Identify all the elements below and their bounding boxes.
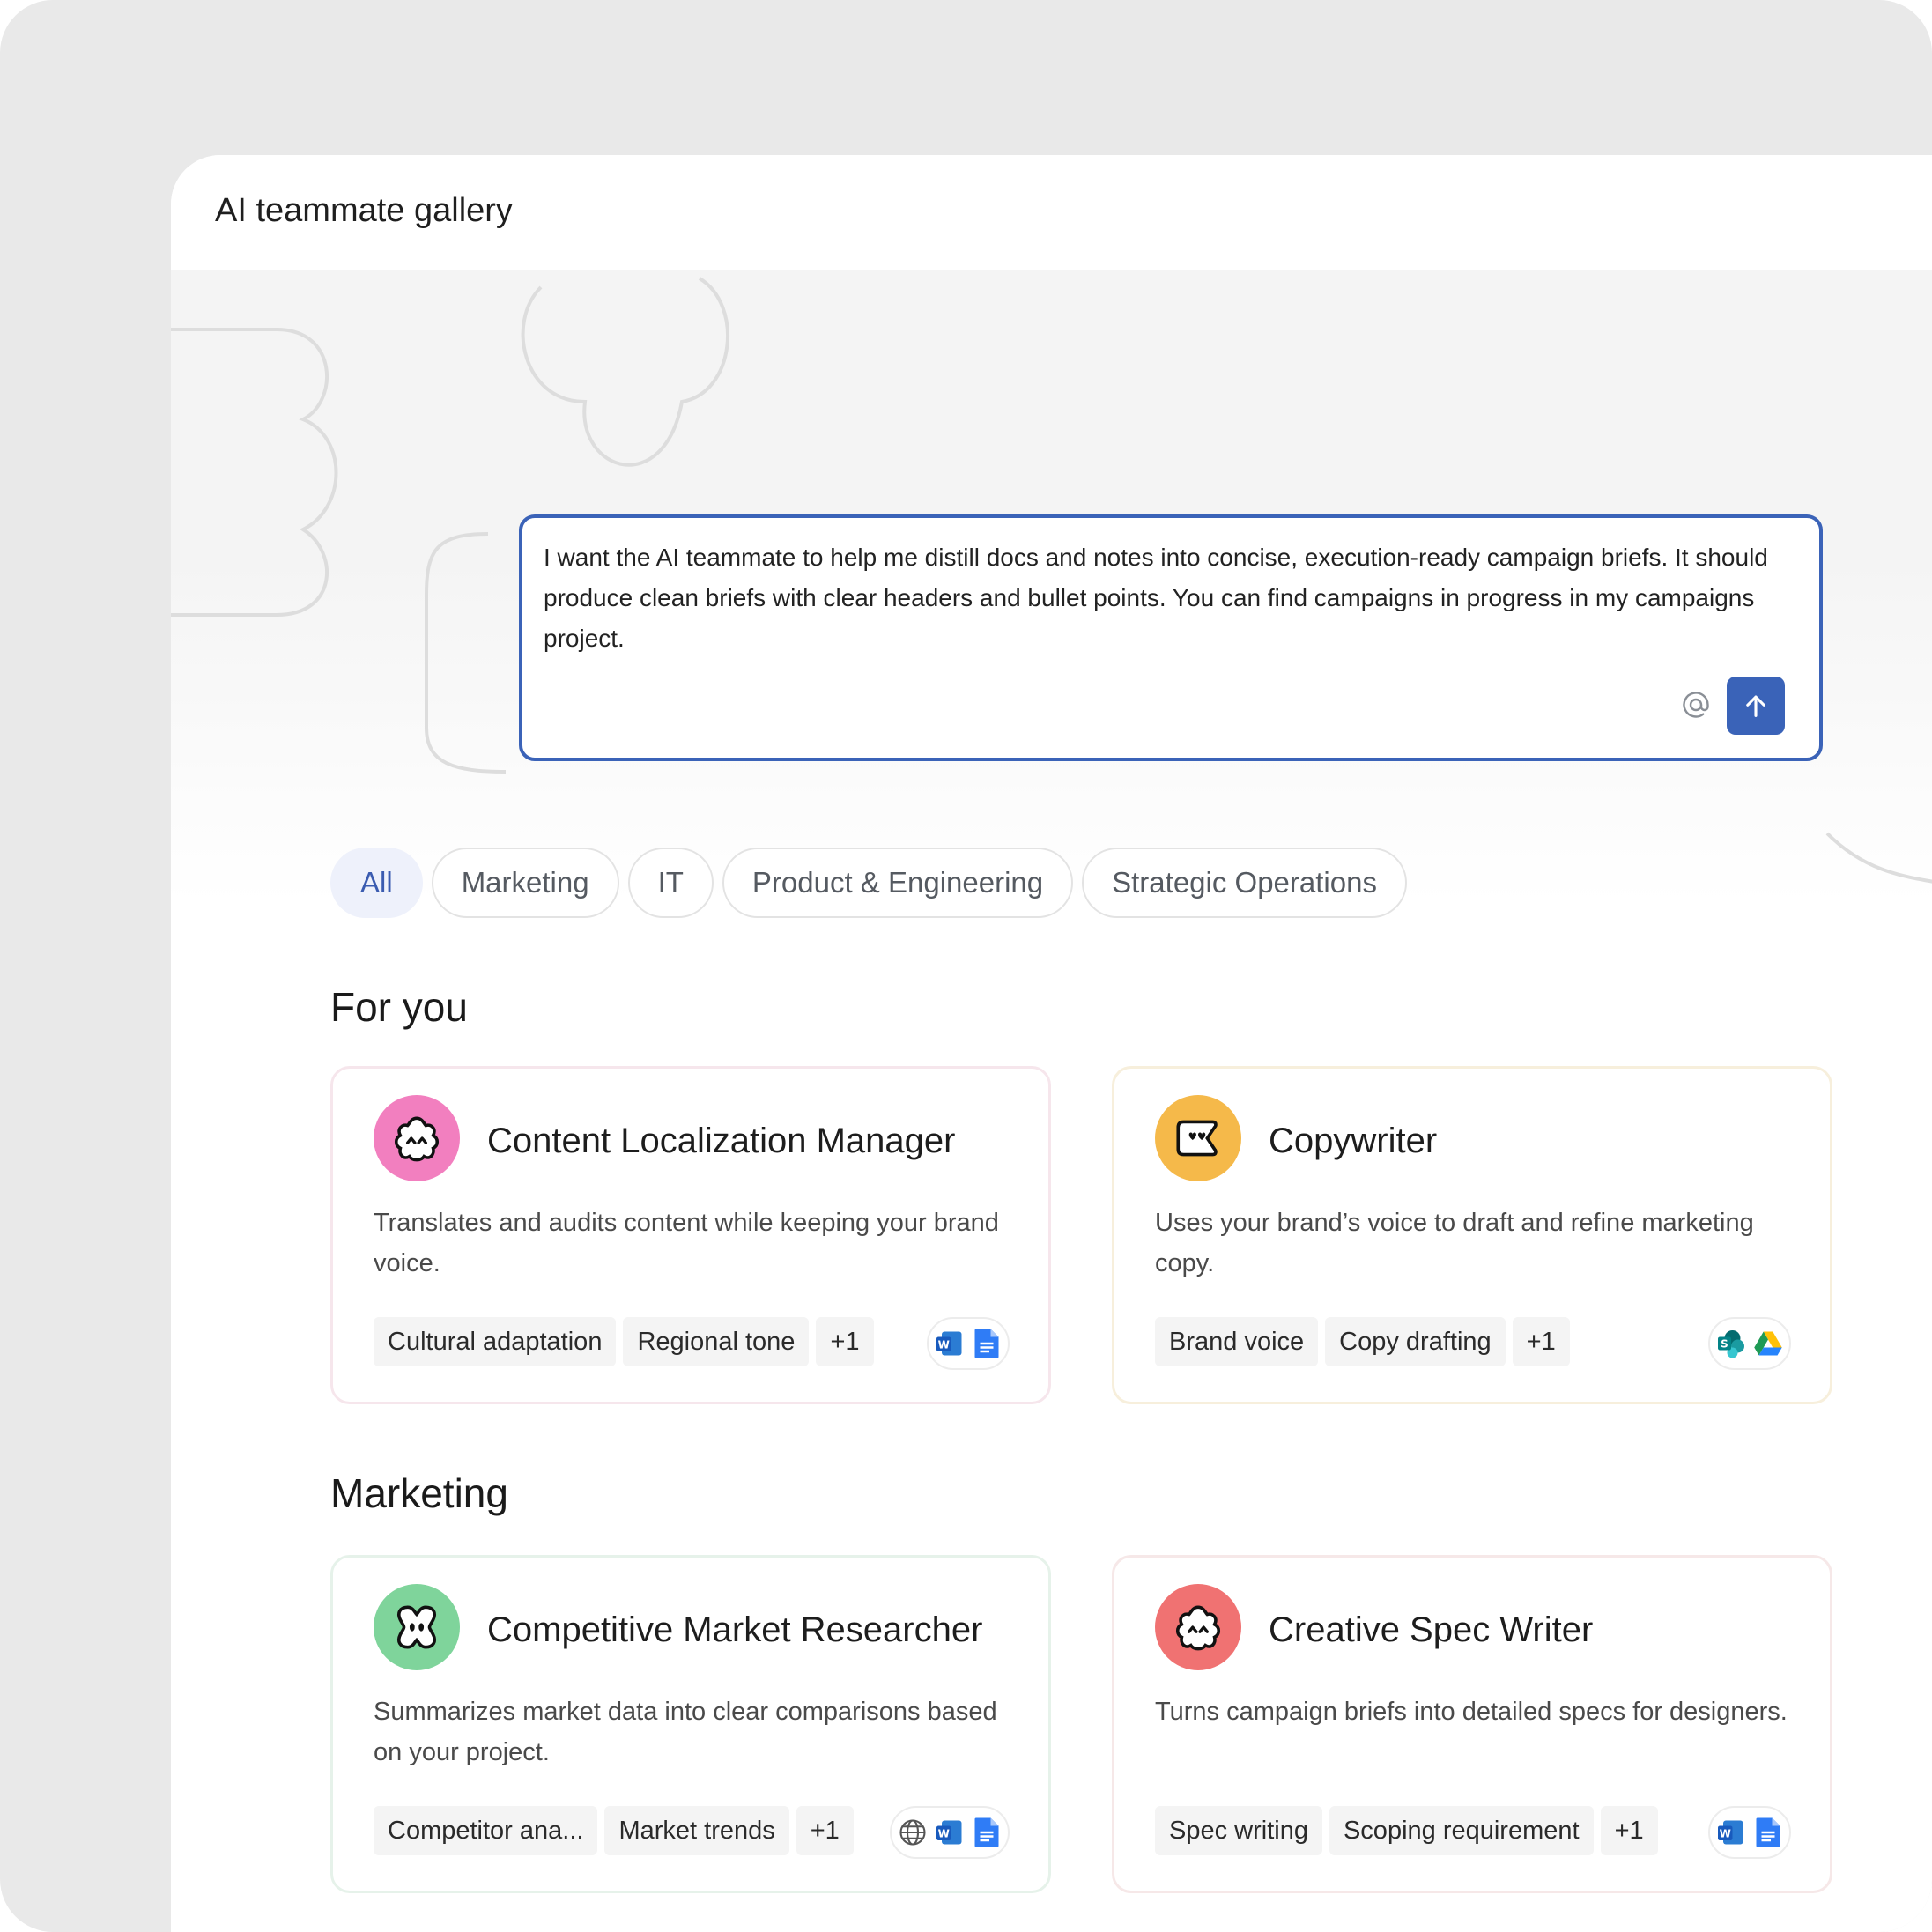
skill-tag: Regional tone [623,1317,810,1366]
filter-marketing[interactable]: Marketing [431,848,619,918]
arrow-up-icon [1746,695,1765,717]
svg-text:W: W [1720,1827,1731,1839]
top-bar: AI teammate gallery [171,155,1932,270]
happy-face-icon [394,1116,440,1162]
teammate-card[interactable]: Content Localization Manager Translates … [330,1066,1051,1404]
skill-tag-more: +1 [1600,1806,1658,1855]
card-title: Content Localization Manager [487,1121,956,1160]
connected-apps: W [1708,1806,1791,1859]
category-filters: All Marketing IT Product & Engineering S… [330,848,1407,922]
skill-tag: Copy drafting [1325,1317,1506,1366]
happy-face-icon [1175,1605,1221,1651]
skill-tag: Cultural adaptation [374,1317,617,1366]
google-docs-icon [969,1815,1004,1850]
filter-strategic-operations[interactable]: Strategic Operations [1082,848,1407,918]
filter-product-engineering[interactable]: Product & Engineering [722,848,1074,918]
sharepoint-icon: S [1714,1326,1749,1361]
skill-tag-more: +1 [816,1317,874,1366]
app-window: AI teammate gallery What work will your … [171,155,1932,1932]
skill-tag-more: +1 [1512,1317,1570,1366]
filter-all[interactable]: All [330,848,423,918]
skill-tags: Cultural adaptation Regional tone +1 [374,1317,874,1366]
card-description: Turns campaign briefs into detailed spec… [1155,1698,1788,1726]
connected-apps: W [927,1317,1010,1370]
card-title: Copywriter [1269,1121,1438,1160]
filter-it[interactable]: IT [627,848,714,918]
card-title: Competitive Market Researcher [487,1610,983,1649]
skill-tag: Scoping requirement [1329,1806,1594,1855]
card-description: Translates and audits content while keep… [374,1209,999,1277]
avatar [1155,1584,1241,1670]
avatar [1155,1095,1241,1181]
avatar [374,1584,460,1670]
svg-text:S: S [1721,1338,1728,1351]
svg-text:W: W [938,1338,950,1351]
google-docs-icon [969,1326,1004,1361]
heart-eyes-face-icon [1176,1120,1218,1157]
globe-icon [895,1815,930,1850]
card-description: Summarizes market data into clear compar… [374,1698,997,1766]
section-title-marketing: Marketing [330,1470,508,1516]
prompt-input[interactable]: I want the AI teammate to help me distil… [519,514,1823,761]
page-title: AI teammate gallery [215,192,513,229]
skill-tag: Spec writing [1155,1806,1322,1855]
at-sign-icon [1683,692,1709,718]
google-docs-icon [1751,1815,1786,1850]
skill-tags: Spec writing Scoping requirement +1 [1155,1806,1658,1855]
card-description: Uses your brand’s voice to draft and ref… [1155,1209,1754,1277]
connected-apps: W [890,1806,1010,1859]
connected-apps: S [1708,1317,1791,1370]
mention-button[interactable] [1677,685,1715,724]
avatar [374,1095,460,1181]
skill-tag-more: +1 [796,1806,854,1855]
svg-text:W: W [938,1827,950,1839]
google-drive-icon [1751,1326,1786,1361]
word-icon: W [932,1815,967,1850]
teammate-card[interactable]: Competitive Market Researcher Summarizes… [330,1555,1051,1893]
skill-tag: Market trends [604,1806,789,1855]
clover-face-icon [396,1605,437,1649]
prompt-text[interactable]: I want the AI teammate to help me distil… [544,537,1793,659]
card-title: Creative Spec Writer [1269,1610,1594,1649]
skill-tags: Brand voice Copy drafting +1 [1155,1317,1570,1366]
skill-tag: Competitor ana... [374,1806,598,1855]
word-icon: W [1714,1815,1749,1850]
skill-tag: Brand voice [1155,1317,1319,1366]
teammate-card[interactable]: Copywriter Uses your brand’s voice to dr… [1112,1066,1832,1404]
device-frame: AI teammate gallery What work will your … [0,0,1932,1932]
section-title-for-you: For you [330,984,468,1030]
skill-tags: Competitor ana... Market trends +1 [374,1806,854,1855]
word-icon: W [932,1326,967,1361]
send-button[interactable] [1727,677,1785,735]
teammate-card[interactable]: Creative Spec Writer Turns campaign brie… [1112,1555,1832,1893]
